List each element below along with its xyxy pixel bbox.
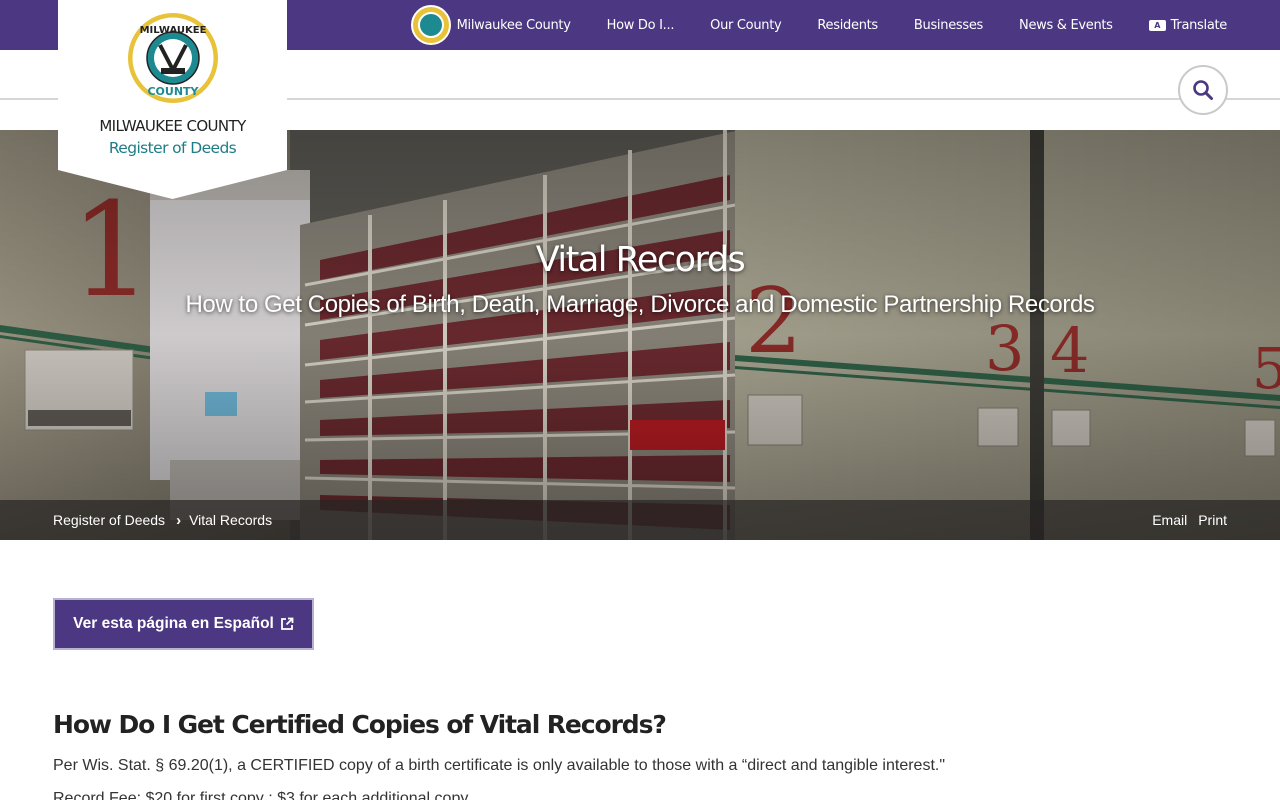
breadcrumb-bar: Register of Deeds › Vital Records Email …: [0, 500, 1280, 540]
nav-label: How Do I...: [606, 17, 675, 33]
breadcrumb-current: Vital Records: [189, 512, 273, 528]
section-heading: How Do I Get Certified Copies of Vital R…: [53, 710, 667, 739]
spanish-version-button[interactable]: Ver esta página en Español: [53, 598, 314, 650]
record-fee-paragraph: Record Fee: $20 for first copy ; $3 for …: [53, 790, 469, 800]
statute-paragraph: Per Wis. Stat. § 69.20(1), a CERTIFIED c…: [53, 757, 946, 774]
search-button[interactable]: [1178, 65, 1228, 115]
nav-label: Milwaukee County: [456, 17, 571, 33]
search-icon: [1193, 80, 1213, 100]
seal-bottom-text: COUNTY: [147, 85, 199, 98]
nav-label: Residents: [817, 17, 878, 33]
county-seal-icon: [410, 5, 451, 45]
nav-businesses[interactable]: Businesses: [914, 18, 983, 33]
chevron-right-icon: ›: [176, 511, 182, 529]
translate-icon: A: [1148, 19, 1166, 31]
nav-label: Translate: [1170, 17, 1228, 33]
county-seal-icon: MILWAUKEE COUNTY: [128, 13, 218, 103]
nav-how-do-i[interactable]: How Do I...: [607, 18, 675, 33]
spanish-button-label: Ver esta página en Español: [73, 615, 274, 632]
page-actions: Email Print: [1141, 500, 1227, 540]
page-title: Vital Records: [535, 240, 746, 280]
nav-residents[interactable]: Residents: [817, 18, 878, 33]
nav-our-county[interactable]: Our County: [710, 17, 782, 33]
breadcrumb-link-register-of-deeds[interactable]: Register of Deeds: [53, 512, 165, 528]
nav-label: News & Events: [1019, 17, 1113, 33]
external-link-icon: [280, 617, 294, 630]
page-subtitle: How to Get Copies of Birth, Death, Marri…: [185, 291, 1095, 318]
seal-top-text: MILWAUKEE: [140, 25, 207, 36]
nav-translate[interactable]: A Translate: [1148, 17, 1228, 33]
nav-milwaukee-county[interactable]: Milwaukee County: [410, 5, 571, 45]
nav-label: Our County: [710, 17, 782, 33]
print-link[interactable]: Print: [1198, 512, 1227, 528]
nav-label: Businesses: [913, 17, 984, 33]
top-nav-menu: Milwaukee County How Do I... Our County …: [410, 0, 1228, 50]
email-link[interactable]: Email: [1152, 512, 1187, 528]
logo-county-name: MILWAUKEE COUNTY: [99, 117, 246, 135]
logo-department-name: Register of Deeds: [108, 139, 237, 157]
site-logo[interactable]: MILWAUKEE COUNTY MILWAUKEE COUNTY Regist…: [58, 0, 287, 199]
nav-news-events[interactable]: News & Events: [1019, 18, 1113, 33]
breadcrumb: Register of Deeds › Vital Records: [53, 500, 272, 540]
